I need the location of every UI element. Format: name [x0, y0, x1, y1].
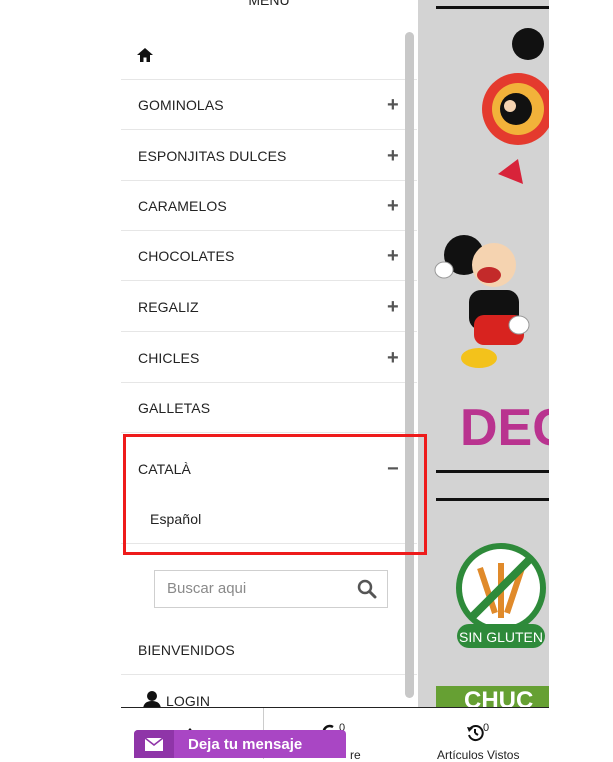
gluten-free-badge-image: SIN GLUTEN: [456, 543, 546, 648]
menu-item-label: BIENVENIDOS: [138, 642, 235, 658]
search-icon[interactable]: [357, 579, 377, 599]
menu-item-bienvenidos[interactable]: BIENVENIDOS: [121, 625, 417, 675]
divider-line: [436, 470, 549, 473]
expand-plus-icon[interactable]: +: [387, 333, 399, 383]
menu-item-label: REGALIZ: [138, 299, 199, 315]
menu-item-chocolates[interactable]: CHOCOLATES +: [121, 231, 417, 281]
envelope-icon-wrap: [134, 730, 174, 758]
menu-item-gominolas[interactable]: GOMINOLAS +: [121, 80, 417, 130]
divider-line: [436, 498, 549, 501]
expand-plus-icon[interactable]: +: [387, 282, 399, 332]
viewed-count: 0: [483, 722, 490, 734]
menu-item-label: GALLETAS: [138, 400, 211, 416]
menu-item-galletas[interactable]: GALLETAS: [121, 383, 417, 433]
divider-line: [436, 6, 549, 9]
mickey-balloon-image: [482, 28, 549, 184]
envelope-icon: [145, 738, 163, 751]
menu-item-chicles[interactable]: CHICLES +: [121, 333, 417, 383]
expand-plus-icon[interactable]: +: [387, 231, 399, 281]
menu-item-home[interactable]: [121, 30, 417, 80]
menu-item-label: CHOCOLATES: [138, 248, 235, 264]
mobile-viewport: DEC SIN GLUTEN CHUC MENU GOMINOLAS + ESP…: [121, 0, 549, 758]
menu-item-esponjitas-dulces[interactable]: ESPONJITAS DULCES +: [121, 131, 417, 181]
gluten-badge-label: SIN GLUTEN: [459, 629, 543, 645]
decor-banner-text: DEC: [460, 399, 549, 457]
menu-title: MENU: [248, 0, 290, 8]
menu-item-label: ESPONJITAS DULCES: [138, 148, 287, 164]
annotation-highlight-box: [123, 434, 427, 555]
viewed-label: Artículos Vistos: [437, 748, 520, 762]
search-input[interactable]: [165, 579, 349, 598]
compare-label: re: [350, 748, 361, 762]
expand-plus-icon[interactable]: +: [387, 131, 399, 181]
expand-plus-icon[interactable]: +: [387, 80, 399, 130]
menu-item-label: CHICLES: [138, 350, 200, 366]
home-icon: [137, 48, 153, 62]
leave-message-label: Deja tu mensaje: [188, 736, 303, 753]
search-box: [154, 570, 388, 608]
mickey-figure-image: [434, 235, 530, 368]
side-menu: MENU GOMINOLAS + ESPONJITAS DULCES + CAR…: [121, 0, 417, 758]
expand-plus-icon[interactable]: +: [387, 181, 399, 231]
history-icon[interactable]: [466, 724, 484, 742]
menu-scrollbar[interactable]: [405, 32, 414, 698]
menu-item-label: GOMINOLAS: [138, 97, 224, 113]
menu-item-label: CARAMELOS: [138, 198, 227, 214]
page-background-content: DEC SIN GLUTEN CHUC: [418, 0, 549, 758]
menu-item-regaliz[interactable]: REGALIZ +: [121, 282, 417, 332]
leave-message-button[interactable]: Deja tu mensaje: [134, 730, 346, 758]
menu-item-caramelos[interactable]: CARAMELOS +: [121, 181, 417, 231]
